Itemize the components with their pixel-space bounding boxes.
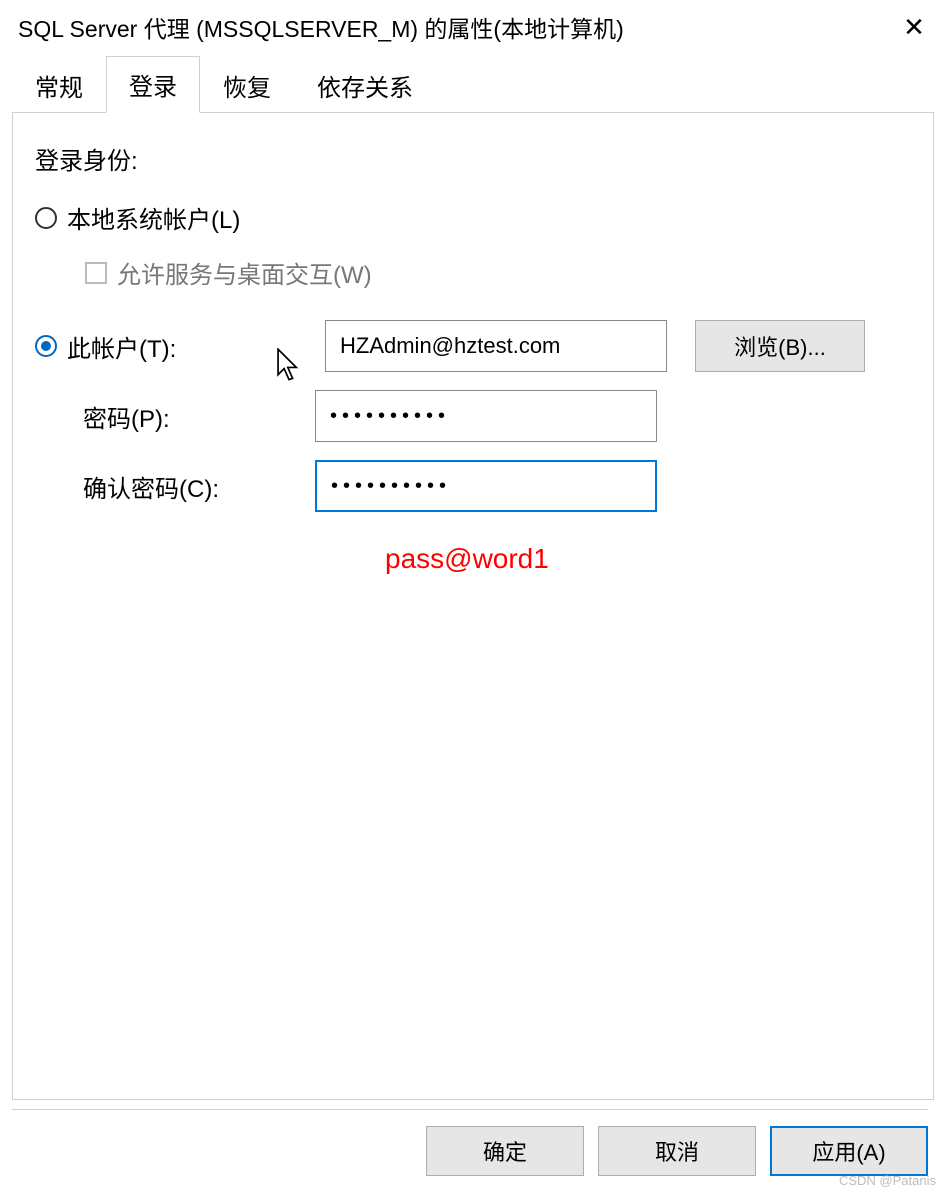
watermark: CSDN @Patanis (839, 1173, 936, 1188)
window-title: SQL Server 代理 (MSSQLSERVER_M) 的属性(本地计算机) (18, 10, 624, 44)
ok-button[interactable]: 确定 (426, 1126, 584, 1176)
annotation-text: pass@word1 (385, 543, 549, 575)
checkbox-icon (85, 262, 107, 284)
title-bar: SQL Server 代理 (MSSQLSERVER_M) 的属性(本地计算机)… (0, 0, 946, 54)
confirm-password-label: 确认密码(C): (35, 469, 315, 504)
apply-button[interactable]: 应用(A) (770, 1126, 928, 1176)
close-icon[interactable]: ✕ (890, 12, 938, 43)
interact-desktop-checkbox: 允许服务与桌面交互(W) (85, 255, 911, 290)
radio-icon (35, 207, 57, 229)
tab-dependencies[interactable]: 依存关系 (294, 57, 436, 113)
tab-login[interactable]: 登录 (106, 56, 200, 113)
password-input[interactable] (315, 390, 657, 442)
local-system-account-label: 本地系统帐户(L) (67, 200, 240, 235)
this-account-label: 此帐户(T): (67, 329, 315, 364)
password-row: 密码(P): (35, 390, 911, 442)
account-input[interactable] (325, 320, 667, 372)
tab-recovery[interactable]: 恢复 (200, 57, 294, 113)
interact-desktop-label: 允许服务与桌面交互(W) (117, 255, 372, 290)
confirm-password-row: 确认密码(C): (35, 460, 911, 512)
tab-general[interactable]: 常规 (12, 57, 106, 113)
this-account-row: 此帐户(T): 浏览(B)... (35, 320, 911, 372)
confirm-password-input[interactable] (315, 460, 657, 512)
local-system-account-radio[interactable]: 本地系统帐户(L) (35, 200, 911, 235)
tab-panel: 登录身份: 本地系统帐户(L) 允许服务与桌面交互(W) 此帐户(T): 浏览(… (12, 112, 934, 1100)
this-account-radio[interactable] (35, 335, 57, 357)
password-label: 密码(P): (35, 399, 315, 434)
browse-button[interactable]: 浏览(B)... (695, 320, 865, 372)
logon-as-label: 登录身份: (35, 141, 911, 176)
dialog-button-bar: 确定 取消 应用(A) (12, 1109, 928, 1176)
cancel-button[interactable]: 取消 (598, 1126, 756, 1176)
tab-strip: 常规 登录 恢复 依存关系 (0, 54, 946, 112)
